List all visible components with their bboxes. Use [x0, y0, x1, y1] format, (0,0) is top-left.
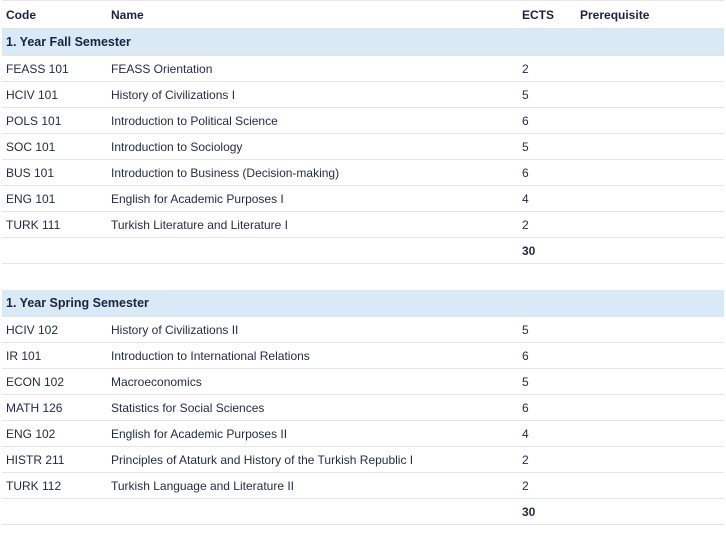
course-name: Introduction to International Relations: [111, 348, 310, 363]
course-ects: 6: [522, 165, 529, 180]
course-row: TURK 111 Turkish Literature and Literatur…: [2, 212, 724, 238]
column-header-name: Name: [111, 7, 144, 22]
course-code: TURK 112: [6, 478, 62, 493]
course-name: History of Civilizations II: [111, 322, 239, 337]
course-row: MATH 126 Statistics for Social Sciences 6: [2, 395, 724, 421]
curriculum-table: Code Name ECTS Prerequisite 1. Year Fall…: [2, 0, 724, 525]
course-row: POLS 101 Introduction to Political Scienc…: [2, 108, 724, 134]
semester-total-ects: 30: [522, 243, 536, 258]
semester-total-row: 30: [2, 238, 724, 264]
course-code: TURK 111: [6, 217, 61, 232]
course-ects: 2: [522, 217, 529, 232]
course-name: English for Academic Purposes I: [111, 191, 284, 206]
course-row: ECON 102 Macroeconomics 5: [2, 369, 724, 395]
course-code: ECON 102: [6, 374, 65, 389]
course-name: Principles of Ataturk and History of the…: [111, 452, 414, 467]
course-code: HCIV 102: [6, 322, 59, 337]
course-ects: 5: [522, 139, 529, 154]
course-code: ENG 102: [6, 426, 56, 441]
course-name: Introduction to Sociology: [111, 139, 243, 154]
course-name: Introduction to Political Science: [111, 113, 278, 128]
semester-heading: 1. Year Fall Semester: [2, 29, 724, 56]
column-header-ects: ECTS: [522, 7, 555, 22]
course-ects: 2: [522, 478, 529, 493]
course-name: History of Civilizations I: [111, 87, 236, 102]
course-row: SOC 101 Introduction to Sociology 5: [2, 134, 724, 160]
course-name: Introduction to Business (Decision-makin…: [111, 165, 340, 180]
course-name: Statistics for Social Sciences: [111, 400, 265, 415]
course-row: HCIV 101 History of Civilizations I 5: [2, 82, 724, 108]
course-ects: 5: [522, 87, 529, 102]
course-code: IR 101: [6, 348, 42, 363]
course-name: Turkish Language and Literature II: [111, 478, 295, 493]
course-code: SOC 101: [6, 139, 56, 154]
course-row: HISTR 211 Principles of Ataturk and Histo…: [2, 447, 724, 473]
course-ects: 2: [522, 452, 529, 467]
course-row: BUS 101 Introduction to Business (Decisio…: [2, 160, 724, 186]
course-code: MATH 126: [6, 400, 63, 415]
course-ects: 4: [522, 426, 529, 441]
semester-title: 1. Year Fall Semester: [6, 35, 131, 49]
course-code: FEASS 101: [6, 61, 69, 76]
course-ects: 5: [522, 374, 529, 389]
course-name: FEASS Orientation: [111, 61, 213, 76]
course-ects: 6: [522, 348, 529, 363]
course-ects: 4: [522, 191, 529, 206]
course-row: IR 101 Introduction to International Rela…: [2, 343, 724, 369]
semester-total-ects: 30: [522, 504, 536, 519]
course-row: ENG 101 English for Academic Purposes I 4: [2, 186, 724, 212]
table-body: 1. Year Fall Semester FEASS 101 FEASS Orie…: [2, 29, 724, 525]
course-code: POLS 101: [6, 113, 62, 128]
course-row: ENG 102 English for Academic Purposes II 4: [2, 421, 724, 447]
course-name: English for Academic Purposes II: [111, 426, 288, 441]
course-code: ENG 101: [6, 191, 56, 206]
semester-heading: 1. Year Spring Semester: [2, 290, 724, 317]
course-ects: 6: [522, 400, 529, 415]
course-code: HISTR 211: [6, 452, 65, 467]
course-row: TURK 112 Turkish Language and Literature …: [2, 473, 724, 499]
course-ects: 5: [522, 322, 529, 337]
semester-title: 1. Year Spring Semester: [6, 296, 149, 310]
course-row: FEASS 101 FEASS Orientation 2: [2, 56, 724, 82]
table-header-row: Code Name ECTS Prerequisite: [2, 1, 724, 29]
column-header-prerequisite: Prerequisite: [580, 7, 650, 22]
course-code: HCIV 101: [6, 87, 59, 102]
course-ects: 2: [522, 61, 529, 76]
course-row: HCIV 102 History of Civilizations II 5: [2, 317, 724, 343]
course-ects: 6: [522, 113, 529, 128]
course-name: Turkish Literature and Literature I: [111, 217, 288, 232]
column-header-code: Code: [6, 7, 36, 22]
course-code: BUS 101: [6, 165, 55, 180]
semester-spacer: [2, 264, 724, 290]
course-name: Macroeconomics: [111, 374, 202, 389]
semester-total-row: 30: [2, 499, 724, 525]
